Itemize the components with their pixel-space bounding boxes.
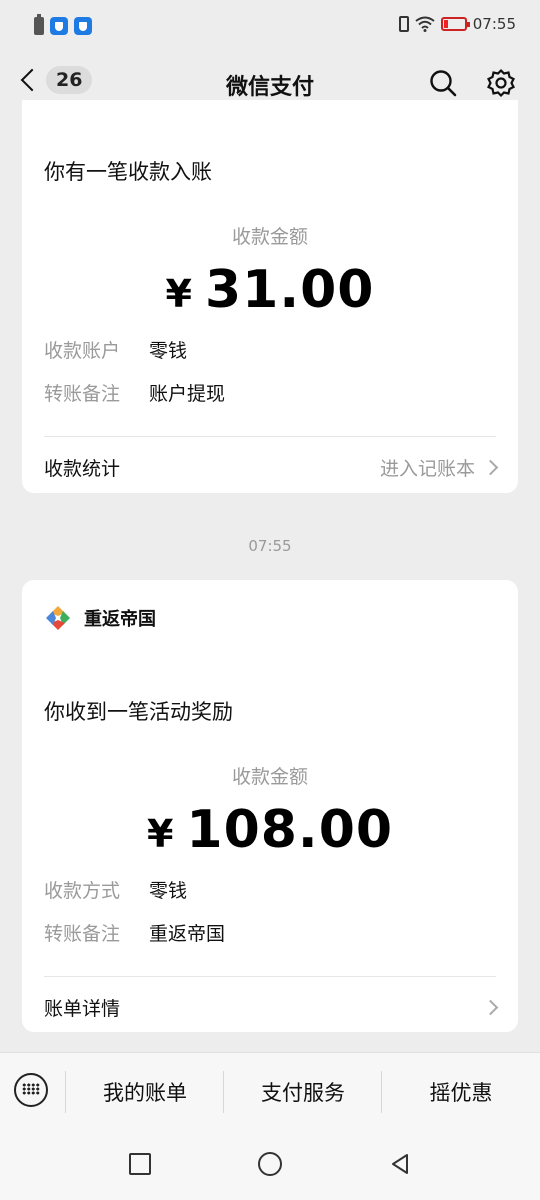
amount-label: 收款金额 — [231, 226, 308, 248]
detail-row: 转账备注 重返帝国 — [44, 919, 225, 946]
detail-key: 收款账户 — [44, 340, 121, 362]
bill-details-link[interactable]: 账单详情 — [44, 994, 499, 1021]
battery-saver-icon — [34, 14, 44, 35]
footer-right — [475, 999, 499, 1016]
keyboard-icon[interactable] — [14, 1073, 48, 1107]
amount-label: 收款金额 — [231, 766, 308, 788]
battery-icon — [440, 17, 470, 31]
footer-left-label: 账单详情 — [44, 998, 121, 1020]
card-heading: 你有一笔收款入账 — [44, 160, 212, 184]
footer-right: 进入记账本 — [379, 454, 499, 481]
system-nav-bar — [0, 1128, 540, 1200]
detail-key: 收款方式 — [44, 880, 121, 902]
menu-item-my-bills[interactable]: 我的账单 — [66, 1077, 224, 1107]
shield-icon — [50, 17, 68, 35]
menu-item-shake-deals[interactable]: 摇优惠 — [382, 1077, 540, 1107]
home-button[interactable] — [258, 1152, 282, 1176]
bottom-menu: 我的账单 支付服务 摇优惠 — [0, 1052, 540, 1129]
currency-symbol: ¥ — [146, 812, 175, 856]
detail-key: 转账备注 — [44, 383, 121, 405]
detail-value: 零钱 — [149, 880, 188, 902]
detail-value: 账户提现 — [149, 383, 226, 405]
brand-logo-icon — [46, 606, 70, 630]
detail-row: 收款方式 零钱 — [44, 876, 187, 903]
amount-value: ¥31.00 — [22, 260, 518, 320]
detail-key: 转账备注 — [44, 923, 121, 945]
detail-value: 零钱 — [149, 340, 188, 362]
ledger-link[interactable]: 收款统计 进入记账本 — [44, 454, 499, 481]
menu-item-payment-services[interactable]: 支付服务 — [224, 1077, 382, 1107]
chevron-right-icon — [482, 999, 499, 1016]
currency-symbol: ¥ — [165, 272, 193, 316]
page-title: 微信支付 — [225, 75, 314, 100]
back-triangle-button[interactable] — [388, 1152, 412, 1176]
detail-value: 重返帝国 — [149, 923, 226, 945]
detail-row: 收款账户 零钱 — [44, 336, 187, 363]
status-bar: 07:55 — [0, 0, 540, 56]
brand-name: 重返帝国 — [84, 609, 156, 630]
vibrate-icon — [398, 16, 409, 32]
search-icon[interactable] — [428, 68, 458, 98]
message-timestamp: 07:55 — [248, 537, 292, 555]
divider — [44, 976, 496, 977]
divider — [44, 436, 496, 437]
card-heading: 你收到一笔活动奖励 — [44, 700, 233, 724]
brand-header: 重返帝国 — [44, 604, 156, 632]
amount-number: 31.00 — [204, 260, 375, 320]
status-left-icons — [34, 14, 92, 35]
payment-card-1[interactable]: 你有一笔收款入账 收款金额 ¥31.00 收款账户 零钱 转账备注 账户提现 收… — [22, 100, 518, 493]
wifi-icon — [415, 16, 435, 32]
footer-left-label: 收款统计 — [44, 458, 121, 480]
recents-button[interactable] — [129, 1153, 151, 1175]
shield-icon — [74, 17, 92, 35]
amount-value: ¥108.00 — [22, 800, 518, 860]
status-right-icons: 07:55 — [398, 15, 516, 33]
footer-right-label: 进入记账本 — [379, 458, 475, 480]
status-time: 07:55 — [472, 15, 516, 33]
chevron-right-icon — [482, 459, 499, 476]
payment-card-2[interactable]: 重返帝国 你收到一笔活动奖励 收款金额 ¥108.00 收款方式 零钱 转账备注… — [22, 580, 518, 1032]
amount-number: 108.00 — [186, 800, 394, 860]
detail-row: 转账备注 账户提现 — [44, 379, 225, 406]
gear-icon[interactable] — [486, 68, 516, 98]
